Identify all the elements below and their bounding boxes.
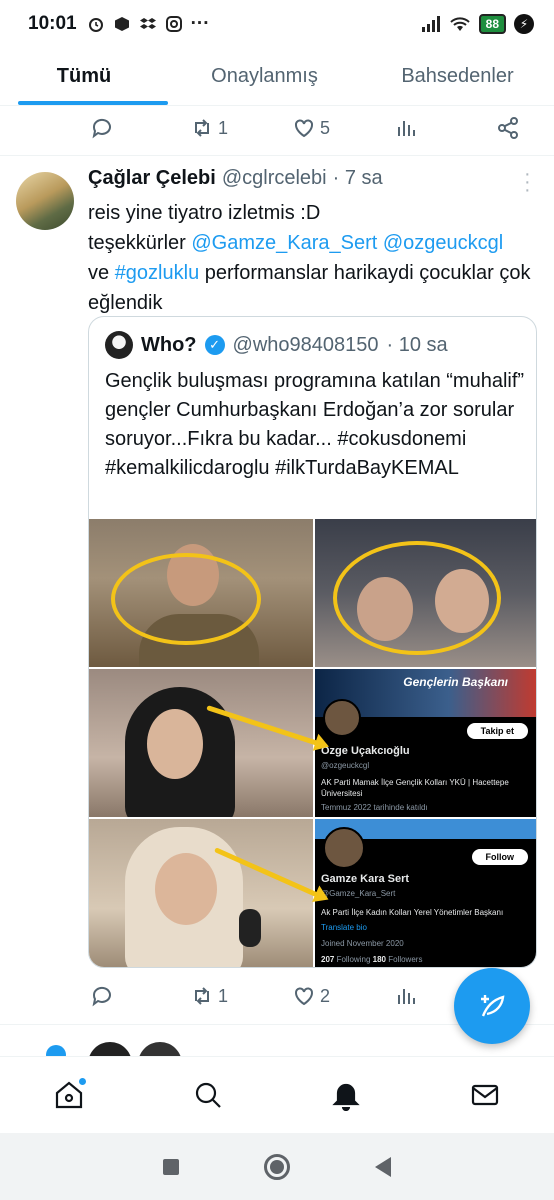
tab-mentions[interactable]: Bahsedenler xyxy=(361,48,554,105)
like-button[interactable]: 5 xyxy=(292,116,330,140)
unread-dot xyxy=(78,1076,88,1086)
follow-button: Takip et xyxy=(466,723,528,739)
signal-icon xyxy=(421,16,440,32)
system-nav-bar xyxy=(0,1133,554,1200)
share-button[interactable] xyxy=(496,116,520,140)
profile-name: Özge Uçakcıoğlu xyxy=(321,745,410,757)
profile-bio: AK Parti Mamak İlçe Gençlik Kolları YKÜ … xyxy=(321,778,509,798)
mention-link[interactable]: @ozgeuckcgl xyxy=(383,232,503,254)
photo-panel xyxy=(89,519,313,667)
verified-badge-icon: ✓ xyxy=(204,335,225,355)
hashtag-link[interactable]: #gozluklu xyxy=(115,262,200,284)
tweet-text: reis yine tiyatro izletmis :D teşekkürle… xyxy=(88,202,531,314)
clock: 10:01 xyxy=(28,13,77,34)
reply-icon xyxy=(92,118,111,139)
reply-button[interactable] xyxy=(90,984,114,1008)
more-options-icon[interactable]: · · · xyxy=(524,164,531,200)
home-system-button[interactable] xyxy=(263,1153,290,1180)
share-icon xyxy=(498,117,518,139)
bottom-nav xyxy=(0,1056,554,1132)
quote-text: Gençlik buluşması programına katılan “mu… xyxy=(105,370,525,479)
battery-icon: 88 xyxy=(478,14,506,34)
retweet-icon xyxy=(195,119,209,137)
compose-feather-icon xyxy=(481,995,505,1017)
like-button[interactable]: 2 xyxy=(292,984,330,1008)
follow-button: Follow xyxy=(471,849,528,865)
nav-messages[interactable] xyxy=(465,1075,505,1115)
profile-screenshot: Gençlerin Başkanı Takip et Özge Uçakcıoğ… xyxy=(315,669,536,817)
nav-notifications[interactable] xyxy=(326,1075,366,1115)
views-button[interactable] xyxy=(395,116,419,140)
wifi-icon xyxy=(449,17,470,31)
alarm-icon xyxy=(88,18,103,32)
views-button[interactable] xyxy=(395,984,419,1008)
profile-name: Gamze Kara Sert xyxy=(321,873,410,885)
highlight-circle xyxy=(111,553,261,645)
quote-media-image[interactable]: Gençlerin Başkanı Takip et Özge Uçakcıoğ… xyxy=(89,519,536,967)
profile-joined: Temmuz 2022 tarihinde katıldı xyxy=(321,803,428,812)
person-face xyxy=(147,709,203,779)
person-face xyxy=(155,853,217,925)
notifications-icon xyxy=(332,1083,360,1111)
charging-icon: ⚡ xyxy=(514,14,534,34)
reply-icon xyxy=(92,986,111,1007)
timestamp[interactable]: · 7 sa xyxy=(333,167,383,190)
retweet-button[interactable]: 1 xyxy=(190,116,228,140)
avatar xyxy=(105,331,133,359)
profile-handle: @ozgeuckcgl xyxy=(321,761,370,770)
retweet-icon xyxy=(195,987,209,1005)
tab-all[interactable]: Tümü xyxy=(0,48,168,105)
more-dots-icon: ··· xyxy=(190,13,210,34)
retweet-button[interactable]: 1 xyxy=(190,984,228,1008)
tweet-header: Çağlar Çelebi @cglrcelebi · 7 sa xyxy=(88,167,383,190)
quote-header: Who? ✓ @who98408150 · 10 sa xyxy=(105,331,448,359)
photo-panel xyxy=(89,669,313,817)
quoted-tweet[interactable]: Who? ✓ @who98408150 · 10 sa Gençlik bulu… xyxy=(88,316,537,968)
status-bar: 10:01 ··· 88 ⚡ xyxy=(0,0,554,48)
display-name[interactable]: Çağlar Çelebi xyxy=(88,167,216,190)
highlight-circle xyxy=(333,541,501,655)
avatar[interactable] xyxy=(16,172,74,230)
analytics-icon xyxy=(398,989,415,1004)
mention-link[interactable]: @Gamze_Kara_Sert xyxy=(191,232,377,254)
search-icon xyxy=(195,1082,221,1108)
profile-stats: 207 Following 180 Followers xyxy=(321,955,423,964)
recents-button[interactable] xyxy=(162,1158,179,1175)
back-button[interactable] xyxy=(375,1156,392,1177)
microphone-icon xyxy=(239,909,261,947)
handle[interactable]: @cglrcelebi xyxy=(222,167,327,190)
box-icon xyxy=(114,17,129,31)
divider xyxy=(0,155,554,156)
heart-icon xyxy=(295,119,313,138)
display-name: Who? xyxy=(141,333,197,356)
timestamp: · 10 sa xyxy=(386,333,448,356)
compose-button[interactable] xyxy=(454,968,530,1044)
tab-bar: Tümü Onaylanmış Bahsedenler xyxy=(0,48,554,106)
instagram-icon xyxy=(165,16,182,32)
analytics-icon xyxy=(398,121,415,136)
translate-bio-link: Translate bio xyxy=(321,923,367,932)
nav-home[interactable] xyxy=(49,1075,89,1115)
heart-icon xyxy=(295,987,313,1006)
tab-verified[interactable]: Onaylanmış xyxy=(168,48,361,105)
photo-panel xyxy=(315,519,536,667)
avatar xyxy=(323,699,361,737)
nav-search[interactable] xyxy=(188,1075,228,1115)
photo-panel xyxy=(89,819,313,967)
dropbox-icon xyxy=(139,18,156,29)
prev-tweet-actions: 1 5 xyxy=(0,108,554,148)
reply-button[interactable] xyxy=(90,116,114,140)
handle: @who98408150 xyxy=(232,333,379,356)
profile-screenshot: Follow Gamze Kara Sert @Gamze_Kara_Sert … xyxy=(315,819,536,967)
profile-joined: Joined November 2020 xyxy=(321,939,404,948)
profile-bio: Ak Parti İlçe Kadın Kolları Yerel Yöneti… xyxy=(321,908,504,917)
avatar xyxy=(323,827,365,869)
messages-icon xyxy=(471,1084,498,1105)
